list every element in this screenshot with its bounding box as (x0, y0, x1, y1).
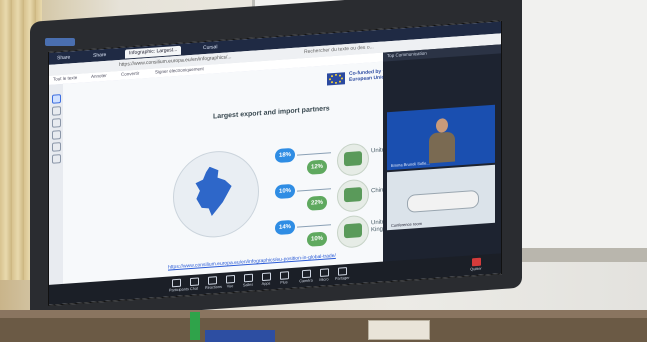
blue-notebook (205, 330, 275, 342)
eu-map (173, 148, 259, 241)
camera-icon (301, 269, 311, 279)
export-arrow (297, 188, 331, 192)
slide: Co-funded by the European Union Largest … (63, 61, 407, 284)
camera-button[interactable]: Caméra (299, 269, 313, 284)
eu-map-shape (192, 165, 236, 220)
us-import-badge: 12% (307, 159, 327, 175)
participant-video[interactable]: Emma Brunoli Sofie... (387, 104, 495, 171)
toolbar-item-sign[interactable]: Signer électroniquement (155, 66, 204, 74)
link-tool-icon[interactable] (52, 130, 61, 140)
people-icon (171, 278, 181, 288)
comment-tool-icon[interactable] (52, 106, 61, 116)
us-export-badge: 18% (275, 147, 295, 164)
view-button[interactable]: Vue (223, 274, 237, 290)
mic-icon (319, 268, 329, 278)
export-arrow (297, 152, 331, 156)
reactions-button[interactable]: Réactions (205, 276, 222, 291)
pen-tool-icon[interactable] (52, 118, 61, 128)
chat-icon (189, 277, 199, 287)
us-map-icon (337, 142, 369, 177)
china-map-icon (337, 178, 369, 213)
participants-button[interactable]: Participants (169, 278, 189, 294)
toolbar-item-annotate[interactable]: Annoter (91, 73, 107, 79)
tab-share[interactable]: Share (53, 53, 74, 63)
uk-import-badge: 10% (307, 231, 327, 247)
tool-rail (49, 83, 64, 285)
green-marker (190, 312, 200, 340)
export-arrow (297, 224, 331, 228)
paper-box (368, 320, 430, 340)
more-icon (279, 271, 289, 280)
video-call-panel: Top Communication Emma Brunoli Sofie... … (383, 44, 501, 271)
apps-icon (261, 272, 271, 282)
share-button[interactable]: Partager (335, 267, 350, 282)
eu-flag-icon (327, 72, 345, 86)
apps-button[interactable]: Apps (259, 272, 273, 287)
rooms-icon (243, 273, 253, 283)
participant-person (429, 118, 455, 164)
grid-icon (225, 274, 235, 284)
screen: Share Share Infographic: Largest... Curs… (48, 20, 502, 306)
chat-button[interactable]: Chat (187, 277, 201, 292)
toolbar-item-convert[interactable]: Convertir (121, 71, 139, 77)
conference-table (407, 189, 479, 213)
tab-share-2[interactable]: Share (89, 51, 110, 61)
whiteboard-ledge (505, 248, 647, 262)
tab-cursal[interactable]: Cursal (199, 43, 221, 54)
participant-caption: Emma Brunoli Sofie... (391, 160, 430, 169)
china-import-badge: 22% (307, 195, 327, 211)
mic-button[interactable]: Micro (317, 268, 331, 283)
china-export-badge: 10% (275, 183, 295, 200)
room-caption: Conference room (391, 220, 422, 229)
more-button[interactable]: Plus (277, 271, 291, 286)
text-tool-icon[interactable] (52, 142, 61, 152)
stamp-tool-icon[interactable] (52, 154, 61, 164)
share-icon (337, 267, 347, 276)
slide-title: Largest export and import partners (213, 105, 330, 121)
smile-icon (207, 276, 217, 285)
rooms-button[interactable]: Salles (241, 273, 255, 289)
leave-icon (471, 257, 481, 267)
room-video[interactable]: Conference room (387, 164, 495, 231)
leave-button[interactable]: Quitter (469, 257, 483, 273)
monitor-sensor (45, 38, 75, 46)
panel-title: Top Communication (387, 50, 427, 59)
uk-map-icon (337, 214, 369, 249)
uk-export-badge: 14% (275, 219, 295, 236)
desk (0, 318, 647, 342)
cursor-tool-icon[interactable] (52, 94, 61, 104)
toolbar-item-all-text[interactable]: Tout le texte (53, 75, 77, 82)
